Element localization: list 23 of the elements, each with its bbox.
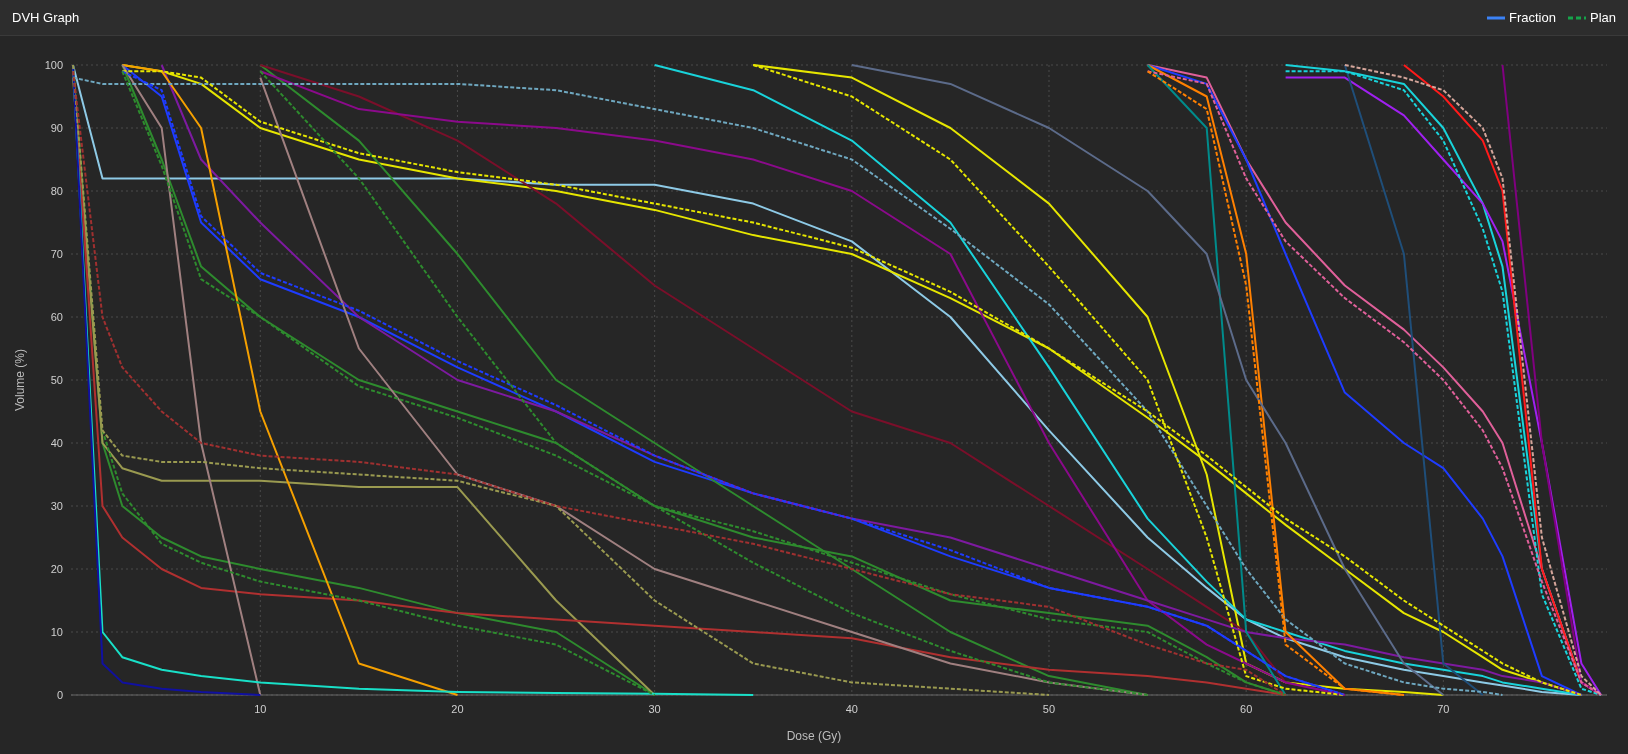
axis-tick-label: 60 [50,311,63,323]
legend-label: Fraction [1509,8,1556,27]
axis-tick-label: 50 [50,374,63,386]
axis-tick-label: 10 [254,703,267,715]
axis-tick-label: 70 [1437,703,1450,715]
axis-title: Dose (Gy) [786,729,842,743]
axis-tick-label: 40 [845,703,858,715]
axis-tick-label: 20 [451,703,464,715]
axis-title: Volume (%) [13,349,27,411]
axis-tick-label: 90 [50,122,63,134]
axis-tick-label: 60 [1240,703,1253,715]
axis-tick-label: 10 [50,626,63,638]
panel-title: DVH Graph [12,8,80,27]
axis-tick-label: 40 [50,437,63,449]
axis-tick-label: 70 [50,248,63,260]
axis-tick-label: 100 [44,59,63,71]
axis-tick-label: 50 [1042,703,1056,715]
axis-tick-label: 30 [648,703,661,715]
axis-tick-label: 80 [50,185,63,197]
axis-tick-label: 20 [50,563,63,575]
legend-label: Plan [1589,8,1616,27]
axis-tick-label: 0 [56,689,63,701]
axis-tick-label: 30 [50,500,63,512]
